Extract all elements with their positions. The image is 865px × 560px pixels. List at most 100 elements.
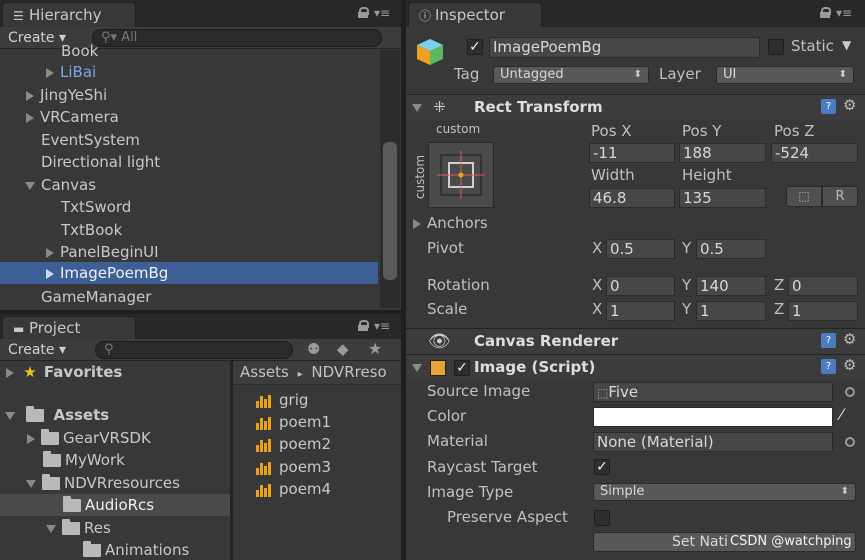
image-type-dropdown[interactable]: Simple ⬍ bbox=[593, 483, 856, 501]
hierarchy-scroll-thumb[interactable] bbox=[383, 142, 397, 280]
expand-arrow-icon[interactable] bbox=[26, 90, 34, 101]
collapse-arrow-icon[interactable] bbox=[412, 363, 422, 372]
folder-row[interactable]: GearVRSDK bbox=[0, 427, 230, 449]
layer-dropdown[interactable]: UI ⬍ bbox=[716, 66, 854, 84]
anchor-preset-button[interactable] bbox=[428, 142, 494, 208]
tab-project[interactable]: ▬ Project bbox=[2, 316, 136, 339]
collapse-arrow-icon[interactable] bbox=[46, 524, 56, 533]
collapse-arrow-icon[interactable] bbox=[5, 411, 15, 420]
color-swatch[interactable] bbox=[593, 407, 833, 427]
pos-y-field[interactable]: 188 bbox=[679, 143, 766, 163]
height-field[interactable]: 135 bbox=[679, 188, 766, 208]
file-row[interactable]: poem4 bbox=[233, 478, 401, 500]
gear-icon[interactable]: ⚙ bbox=[843, 96, 856, 114]
scale-x-field[interactable]: 1 bbox=[606, 301, 675, 321]
hierarchy-row[interactable]: PanelBeginUI bbox=[0, 241, 378, 263]
expand-arrow-icon[interactable] bbox=[46, 67, 54, 78]
create-dropdown[interactable]: Create ▾ bbox=[8, 341, 66, 359]
tag-label-icon[interactable]: ◆ bbox=[337, 340, 349, 358]
lock-icon[interactable] bbox=[358, 7, 369, 18]
breadcrumb-item[interactable]: Assets bbox=[240, 363, 289, 381]
panel-menu-icon[interactable]: ▾≡ bbox=[836, 6, 852, 20]
expand-arrow-icon[interactable] bbox=[46, 247, 54, 258]
source-image-field[interactable]: ⬚Five bbox=[593, 382, 833, 402]
tab-inspector[interactable]: ⓘ Inspector bbox=[408, 2, 542, 27]
help-icon[interactable]: ? bbox=[821, 359, 836, 374]
lock-icon[interactable] bbox=[358, 320, 369, 331]
expand-arrow-icon[interactable] bbox=[6, 367, 14, 378]
hierarchy-row[interactable]: JingYeShi bbox=[0, 84, 378, 106]
material-field[interactable]: None (Material) bbox=[593, 432, 833, 452]
file-row[interactable]: grig bbox=[233, 389, 401, 411]
assets-row[interactable]: Assets bbox=[0, 404, 230, 426]
scale-z-field[interactable]: 1 bbox=[788, 301, 858, 321]
expand-arrow-icon[interactable] bbox=[26, 112, 34, 123]
raycast-target-checkbox[interactable]: ✓ bbox=[594, 459, 610, 475]
hierarchy-row[interactable]: TxtSword bbox=[0, 196, 378, 218]
expand-arrow-icon[interactable] bbox=[46, 268, 54, 279]
scale-y-field[interactable]: 1 bbox=[696, 301, 766, 321]
file-row[interactable]: poem2 bbox=[233, 433, 401, 455]
object-picker-icon[interactable] bbox=[845, 387, 855, 397]
hierarchy-row[interactable]: GameManager bbox=[0, 286, 378, 308]
hierarchy-row[interactable]: EventSystem bbox=[0, 129, 378, 151]
collapse-arrow-icon[interactable] bbox=[412, 103, 422, 112]
folder-row[interactable]: Animations bbox=[0, 539, 230, 560]
help-icon[interactable]: ? bbox=[821, 99, 836, 114]
folder-row[interactable]: Res bbox=[0, 517, 230, 539]
file-row[interactable]: poem1 bbox=[233, 411, 401, 433]
rotation-z-field[interactable]: 0 bbox=[788, 276, 858, 296]
favorite-star-icon[interactable]: ★ bbox=[368, 339, 382, 358]
gear-icon[interactable]: ⚙ bbox=[843, 356, 856, 374]
tag-dropdown[interactable]: Untagged ⬍ bbox=[493, 66, 649, 84]
rotation-x-field[interactable]: 0 bbox=[606, 276, 675, 296]
hierarchy-row[interactable]: TxtBook bbox=[0, 219, 378, 241]
favorites-row[interactable]: ★ Favorites bbox=[0, 361, 230, 383]
project-search-input[interactable]: ⚲ bbox=[95, 341, 293, 359]
canvas-renderer-header[interactable]: 👁 Canvas Renderer bbox=[406, 328, 865, 354]
folder-row[interactable]: MyWork bbox=[0, 449, 230, 471]
folder-row-selected[interactable]: AudioRcs bbox=[0, 494, 230, 516]
pos-z-field[interactable]: -524 bbox=[771, 143, 858, 163]
gameobject-cube-icon bbox=[414, 36, 446, 68]
collapse-arrow-icon[interactable] bbox=[25, 181, 35, 190]
gear-icon[interactable]: ⚙ bbox=[843, 330, 856, 348]
rect-transform-header[interactable]: ⁜ Rect Transform bbox=[406, 94, 865, 120]
hierarchy-row[interactable]: Canvas bbox=[0, 174, 378, 196]
panel-menu-icon[interactable]: ▾≡ bbox=[374, 319, 390, 333]
pos-x-field[interactable]: -11 bbox=[589, 143, 675, 163]
hierarchy-row-selected[interactable]: ImagePoemBg bbox=[0, 262, 378, 284]
active-checkbox[interactable]: ✓ bbox=[467, 39, 483, 55]
panel-menu-icon[interactable]: ▾≡ bbox=[374, 6, 390, 20]
rotation-y-field[interactable]: 140 bbox=[696, 276, 766, 296]
object-name-field[interactable]: ImagePoemBg bbox=[489, 37, 760, 58]
hierarchy-scrollbar[interactable] bbox=[380, 50, 400, 308]
lock-icon[interactable] bbox=[820, 7, 831, 18]
width-field[interactable]: 46.8 bbox=[589, 188, 675, 208]
breadcrumb-item[interactable]: NDVRreso bbox=[311, 363, 386, 381]
static-dropdown-arrow-icon[interactable]: ▼ bbox=[842, 38, 851, 52]
hierarchy-row[interactable]: Book bbox=[0, 40, 378, 62]
collapse-arrow-icon[interactable] bbox=[26, 479, 36, 488]
pivot-y-field[interactable]: 0.5 bbox=[696, 239, 766, 259]
filter-type-icon[interactable]: ⚉ bbox=[307, 340, 320, 358]
hierarchy-row[interactable]: LiBai bbox=[0, 61, 378, 83]
blueprint-mode-button[interactable]: ⬚ bbox=[786, 186, 822, 207]
hierarchy-row[interactable]: Directional light bbox=[0, 151, 378, 173]
image-enabled-checkbox[interactable]: ✓ bbox=[454, 360, 470, 376]
file-row[interactable]: poem3 bbox=[233, 456, 401, 478]
static-checkbox[interactable] bbox=[768, 39, 784, 55]
preserve-aspect-checkbox[interactable] bbox=[594, 510, 610, 526]
hierarchy-row[interactable]: VRCamera bbox=[0, 106, 378, 128]
raw-edit-button[interactable]: R bbox=[822, 186, 858, 207]
folder-tab-icon: ▬ bbox=[13, 322, 25, 336]
folder-row[interactable]: NDVRresources bbox=[0, 472, 230, 494]
tab-hierarchy[interactable]: ☰ Hierarchy bbox=[2, 2, 136, 27]
eyedropper-icon[interactable]: ⁄ bbox=[840, 405, 843, 424]
expand-arrow-icon[interactable] bbox=[27, 433, 35, 444]
pivot-x-field[interactable]: 0.5 bbox=[606, 239, 675, 259]
anchors-expand-arrow-icon[interactable] bbox=[413, 219, 421, 229]
image-component-header[interactable]: ✓ Image (Script) bbox=[406, 354, 865, 380]
help-icon[interactable]: ? bbox=[821, 333, 836, 348]
object-picker-icon[interactable] bbox=[845, 437, 855, 447]
